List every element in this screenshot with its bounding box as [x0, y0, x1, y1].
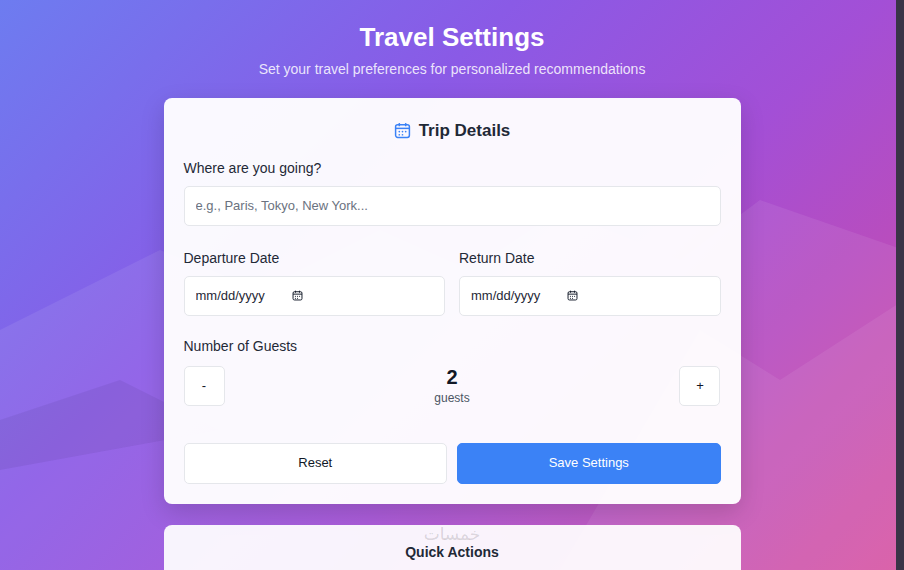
quick-actions-card: Quick Actionsخمسات [164, 525, 741, 570]
guest-count: 2 guests [434, 366, 469, 406]
page-title: Travel Settings [0, 20, 904, 54]
page-subtitle: Set your travel preferences for personal… [0, 59, 904, 79]
watermark: خمسات [164, 525, 741, 543]
date-field: Departure Date [184, 248, 446, 316]
destination-input[interactable] [184, 186, 721, 226]
calendar-icon [394, 122, 411, 139]
guest-counter: - 2 guests + [184, 366, 721, 406]
guests-section: Number of Guests - 2 guests + [184, 336, 721, 406]
guest-number: 2 [434, 366, 469, 388]
date-box [184, 276, 446, 316]
decrement-button[interactable]: - [184, 366, 225, 406]
reset-button[interactable]: Reset [184, 443, 448, 484]
guest-unit: guests [434, 390, 469, 406]
date-label: Departure Date [184, 248, 446, 268]
date-input[interactable] [471, 286, 553, 306]
calendar-icon [292, 290, 303, 301]
date-box [459, 276, 721, 316]
calendar-icon [567, 290, 578, 301]
date-row: Departure Date Return Date [184, 248, 721, 316]
destination-label: Where are you going? [184, 158, 721, 178]
date-field: Return Date [459, 248, 721, 316]
action-buttons: ResetSave Settings [184, 443, 721, 484]
quick-actions-title: Quick Actions [164, 544, 741, 561]
trip-details-card: Trip Details Where are you going? Departur… [164, 98, 741, 504]
date-input[interactable] [196, 286, 278, 306]
card-title: Trip Details [419, 118, 511, 144]
card-header: Trip Details [184, 118, 721, 144]
increment-button[interactable]: + [679, 366, 720, 406]
date-label: Return Date [459, 248, 721, 268]
save-button[interactable]: Save Settings [457, 443, 721, 484]
guests-label: Number of Guests [184, 336, 721, 356]
window-edge [896, 0, 904, 570]
